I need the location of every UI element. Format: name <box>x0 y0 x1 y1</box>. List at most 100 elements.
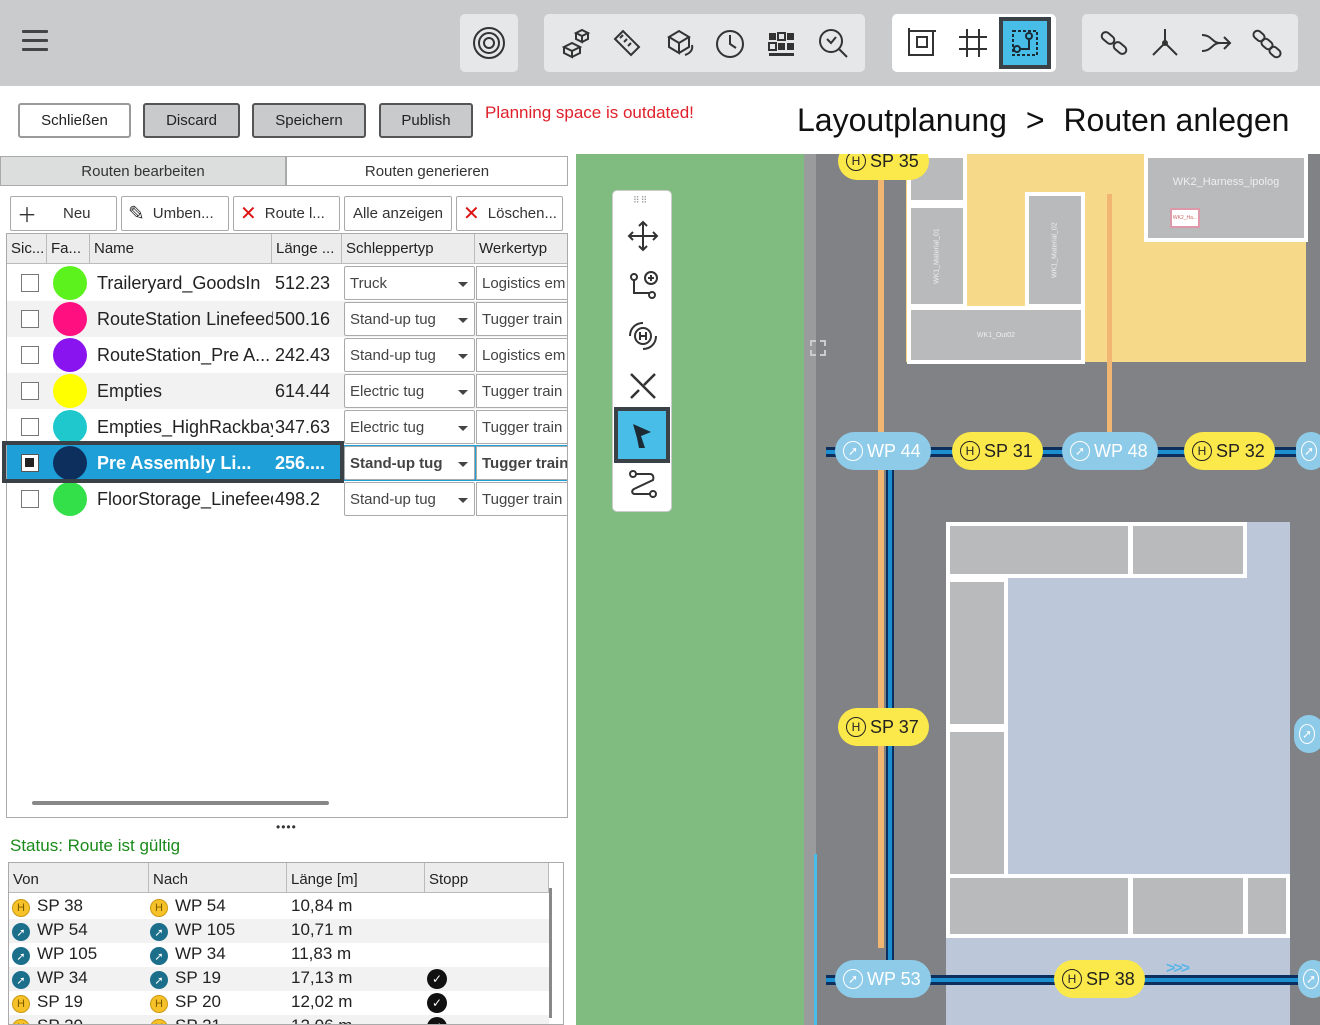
target-icon[interactable] <box>463 17 515 69</box>
col-stop[interactable]: Stopp <box>425 863 549 893</box>
map-canvas[interactable]: ··· WK2_Harness_ipolog WK2_Ha... WK1_Mat… <box>576 154 1320 1025</box>
visibility-checkbox[interactable] <box>21 382 39 400</box>
move-icon[interactable] <box>620 213 666 259</box>
tug-type-select[interactable]: Stand-up tug <box>344 446 475 480</box>
merge-arrow-icon[interactable] <box>1190 17 1241 69</box>
node-offscreen-1[interactable]: ➚ <box>1296 432 1320 470</box>
node-sp-31[interactable]: H SP 31 <box>952 432 1043 470</box>
visibility-checkbox[interactable] <box>21 490 39 508</box>
segment-row[interactable]: H SP 19 H SP 20 12,02 m ✓ <box>9 991 549 1015</box>
table-row[interactable]: RouteStation_Pre A... 242.43 Stand-up tug L… <box>7 337 567 373</box>
rename-route-button[interactable]: ✎ Umben... <box>121 196 229 231</box>
grid-icon[interactable] <box>947 17 999 69</box>
flag-route-icon[interactable] <box>614 407 670 463</box>
menu-icon[interactable] <box>22 30 50 54</box>
wk1-material-01[interactable]: WK1_Material_01 <box>907 204 967 308</box>
publish-button[interactable]: Publish <box>379 103 473 138</box>
show-all-button[interactable]: Alle anzeigen <box>344 196 452 231</box>
node-offscreen-3[interactable]: ➚ <box>1298 960 1320 998</box>
palette-grip-icon[interactable]: ⠿⠿ <box>633 195 648 206</box>
tug-type-select[interactable]: Stand-up tug <box>344 338 475 372</box>
route-color-swatch[interactable] <box>53 302 87 336</box>
delete-route-button[interactable]: ✕ Löschen... <box>456 196 563 231</box>
station-cycle-icon[interactable] <box>620 313 666 359</box>
cubes-icon[interactable] <box>550 17 602 69</box>
visibility-checkbox[interactable] <box>21 418 39 436</box>
chain-icon[interactable] <box>1241 17 1292 69</box>
block-top-right[interactable] <box>1129 522 1247 578</box>
node-sp-38[interactable]: H SP 38 <box>1054 960 1145 998</box>
visibility-checkbox[interactable] <box>21 310 39 328</box>
route-color-swatch[interactable] <box>53 338 87 372</box>
route-layout-icon[interactable] <box>999 17 1051 69</box>
ruler-icon[interactable] <box>602 17 654 69</box>
rotate-box-icon[interactable] <box>653 17 705 69</box>
table-row[interactable]: RouteStation Linefeed 500.16 Stand-up tug T… <box>7 301 567 337</box>
fork-icon[interactable] <box>1139 17 1190 69</box>
worker-type-select[interactable]: Tugger train <box>476 374 567 408</box>
node-wp-53[interactable]: ➚ WP 53 <box>835 960 931 998</box>
wk1-material-02[interactable]: WK1_Material_02 <box>1025 192 1085 308</box>
worker-type-select[interactable]: Tugger train <box>476 482 567 516</box>
col-name[interactable]: Name <box>90 234 272 264</box>
close-button[interactable]: Schließen <box>18 103 131 138</box>
route-path-icon[interactable] <box>620 461 666 507</box>
block-left-1[interactable] <box>946 578 1008 728</box>
col-tug-type[interactable]: Schleppertyp <box>342 234 475 264</box>
col-length[interactable]: Länge ... <box>272 234 342 264</box>
link-icon[interactable] <box>1088 17 1139 69</box>
node-offscreen-2[interactable]: ➚ <box>1294 715 1320 753</box>
block-top-left[interactable] <box>946 522 1132 578</box>
block-left-2[interactable] <box>946 728 1008 878</box>
route-color-swatch[interactable] <box>53 410 87 444</box>
clock-icon[interactable] <box>705 17 757 69</box>
tug-type-select[interactable]: Truck <box>344 266 475 300</box>
route-action-button[interactable]: ✕ Route l... <box>233 196 340 231</box>
frame-icon[interactable] <box>895 17 947 69</box>
grid-calc-icon[interactable] <box>756 17 808 69</box>
segment-row[interactable]: ➚ WP 105 ➚ WP 34 11,83 m <box>9 943 549 967</box>
table-row[interactable]: Empties_HighRackbay 347.63 Electric tug Tug… <box>7 409 567 445</box>
node-sp-35[interactable]: H SP 35 <box>838 154 929 180</box>
table-row[interactable]: Traileryard_GoodsIn 512.23 Truck Logistics … <box>7 265 567 301</box>
table-row[interactable]: FloorStorage_Linefeed 498.2 Stand-up tug Tu… <box>7 481 567 517</box>
route-color-swatch[interactable] <box>53 482 87 516</box>
tug-type-select[interactable]: Electric tug <box>344 374 475 408</box>
segment-row[interactable]: ➚ WP 54 ➚ WP 105 10,71 m <box>9 919 549 943</box>
col-to[interactable]: Nach <box>149 863 287 893</box>
node-sp-37[interactable]: H SP 37 <box>838 708 929 746</box>
add-node-icon[interactable] <box>620 263 666 309</box>
cut-icon[interactable] <box>620 363 666 409</box>
visibility-checkbox[interactable] <box>21 274 39 292</box>
new-route-button[interactable]: ＋ Neu <box>10 196 117 231</box>
route-color-swatch[interactable] <box>53 266 87 300</box>
segment-row[interactable]: ➚ WP 34 ➚ SP 19 17,13 m ✓ <box>9 967 549 991</box>
col-visible[interactable]: Sic... <box>7 234 47 264</box>
segment-row[interactable]: H SP 20 H SP 21 12,06 m ✓ <box>9 1015 549 1024</box>
horizontal-scrollbar[interactable] <box>32 801 329 805</box>
segment-row[interactable]: H SP 38 H WP 54 10,84 m <box>9 895 549 919</box>
tug-type-select[interactable]: Electric tug <box>344 410 475 444</box>
worker-type-select[interactable]: Tugger train <box>476 410 567 444</box>
block-bottom-right[interactable] <box>1129 874 1247 938</box>
wk1-out02[interactable]: WK1_Out02 <box>907 306 1085 364</box>
node-wp-48[interactable]: ➚ WP 48 <box>1062 432 1158 470</box>
worker-type-select[interactable]: Tugger train <box>476 302 567 336</box>
splitter-handle[interactable]: •••• <box>276 820 297 834</box>
route-color-swatch[interactable] <box>53 374 87 408</box>
worker-type-select[interactable]: Logistics em <box>476 266 567 300</box>
worker-type-select[interactable]: Tugger train <box>476 446 567 480</box>
zoom-search-icon[interactable] <box>808 17 860 69</box>
tab-edit-routes[interactable]: Routen bearbeiten <box>0 156 286 186</box>
node-sp-32[interactable]: H SP 32 <box>1184 432 1275 470</box>
node-wp-44[interactable]: ➚ WP 44 <box>835 432 931 470</box>
worker-type-select[interactable]: Logistics em <box>476 338 567 372</box>
table-row[interactable]: Empties 614.44 Electric tug Tugger train <box>7 373 567 409</box>
discard-button[interactable]: Discard <box>143 103 240 138</box>
tug-type-select[interactable]: Stand-up tug <box>344 302 475 336</box>
block-bottom-left[interactable] <box>946 874 1132 938</box>
col-from[interactable]: Von <box>9 863 149 893</box>
block-bottom-edge[interactable] <box>1244 874 1290 938</box>
breadcrumb-root[interactable]: Layoutplanung <box>797 102 1007 138</box>
col-worker-type[interactable]: Werkertyp <box>475 234 567 264</box>
